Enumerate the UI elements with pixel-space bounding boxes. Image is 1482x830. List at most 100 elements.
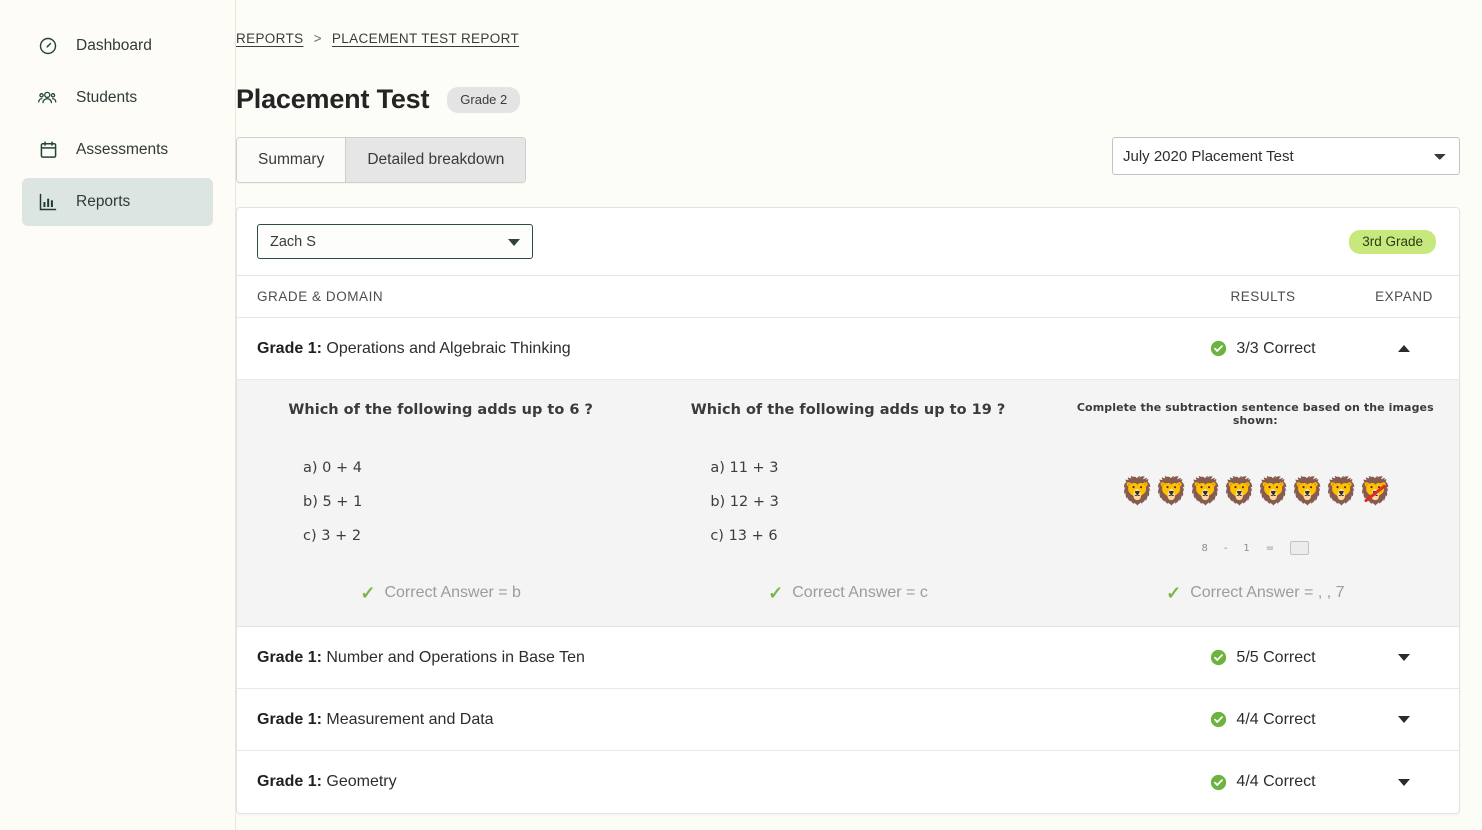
question-option: a) 11 + 3 xyxy=(710,460,1033,476)
tabs-and-select-row: Summary Detailed breakdown July 2020 Pla… xyxy=(236,137,1460,183)
table-row[interactable]: Grade 1: Number and Operations in Base T… xyxy=(237,627,1459,689)
breadcrumb-reports-link[interactable]: REPORTS xyxy=(236,31,303,46)
check-circle-icon xyxy=(1210,711,1227,728)
main-content: REPORTS > PLACEMENT TEST REPORT Placemen… xyxy=(236,0,1482,830)
people-icon xyxy=(38,88,58,108)
chevron-down-icon[interactable] xyxy=(1398,716,1410,723)
chevron-down-icon[interactable] xyxy=(1398,779,1410,786)
domain-grade: Grade 1: xyxy=(257,711,322,728)
tab-summary[interactable]: Summary xyxy=(237,138,345,182)
domain-name: Geometry xyxy=(326,773,396,790)
sidebar-item-dashboard[interactable]: Dashboard xyxy=(22,22,213,70)
lion-face-icon: 🦁 xyxy=(1223,478,1254,505)
question-option: a) 0 + 4 xyxy=(303,460,626,476)
results-cell: 5/5 Correct xyxy=(1177,649,1349,667)
test-select[interactable]: July 2020 Placement Test xyxy=(1112,137,1460,175)
equation-answer-blank[interactable] xyxy=(1290,541,1309,555)
sidebar-item-assessments[interactable]: Assessments xyxy=(22,126,213,174)
expand-cell[interactable] xyxy=(1349,345,1459,352)
question-option: b) 12 + 3 xyxy=(710,494,1033,510)
correct-answer-row: ✓ Correct Answer = b xyxy=(255,562,626,602)
check-circle-icon xyxy=(1210,340,1227,357)
column-header-domain: GRADE & DOMAIN xyxy=(237,289,1177,304)
sidebar-item-label: Assessments xyxy=(76,141,168,159)
question-detail-panel: Which of the following adds up to 6 ? a)… xyxy=(237,380,1459,627)
subtraction-equation: 8 - 1 = xyxy=(1070,541,1441,555)
tab-detailed-breakdown[interactable]: Detailed breakdown xyxy=(345,138,525,182)
sidebar-item-label: Students xyxy=(76,89,137,107)
results-text: 3/3 Correct xyxy=(1236,340,1315,358)
app-root: Dashboard Students Assessments xyxy=(0,0,1482,830)
check-icon: ✓ xyxy=(1166,584,1181,602)
check-icon: ✓ xyxy=(360,584,375,602)
domain-label: Grade 1: Geometry xyxy=(237,773,1177,791)
speedometer-icon xyxy=(38,36,58,56)
question-prompt: Which of the following adds up to 6 ? xyxy=(255,402,626,436)
correct-answer-row: ✓ Correct Answer = , , 7 xyxy=(1070,562,1441,602)
column-header-results: RESULTS xyxy=(1177,289,1349,304)
equation-equals-sign: = xyxy=(1266,543,1274,554)
equation-operator: - xyxy=(1224,543,1228,554)
lion-face-icon: 🦁 xyxy=(1155,478,1186,505)
question-prompt: Which of the following adds up to 19 ? xyxy=(662,402,1033,436)
student-select[interactable]: Zach S xyxy=(257,224,533,259)
domain-name: Measurement and Data xyxy=(326,711,493,728)
view-tabs: Summary Detailed breakdown xyxy=(236,137,526,183)
sidebar-item-reports[interactable]: Reports xyxy=(22,178,213,226)
lion-face-icon: 🦁 xyxy=(1189,478,1220,505)
lion-face-icon: 🦁 xyxy=(1257,478,1288,505)
grade-chip: Grade 2 xyxy=(447,87,520,113)
sidebar-item-students[interactable]: Students xyxy=(22,74,213,122)
results-cell: 3/3 Correct xyxy=(1177,340,1349,358)
domain-grade: Grade 1: xyxy=(257,649,322,666)
domain-grade: Grade 1: xyxy=(257,773,322,790)
sidebar-item-label: Dashboard xyxy=(76,37,152,55)
domain-name: Number and Operations in Base Ten xyxy=(326,649,585,666)
card-top-bar: Zach S 3rd Grade xyxy=(237,208,1459,275)
question-options: a) 0 + 4 b) 5 + 1 c) 3 + 2 xyxy=(255,460,626,562)
equation-left-operand: 8 xyxy=(1201,543,1207,554)
question-options: a) 11 + 3 b) 12 + 3 c) 13 + 6 xyxy=(662,460,1033,562)
sidebar: Dashboard Students Assessments xyxy=(0,0,236,830)
domain-name: Operations and Algebraic Thinking xyxy=(326,340,570,357)
table-row[interactable]: Grade 1: Operations and Algebraic Thinki… xyxy=(237,318,1459,380)
check-circle-icon xyxy=(1210,774,1227,791)
title-row: Placement Test Grade 2 xyxy=(236,84,1460,115)
results-cell: 4/4 Correct xyxy=(1177,711,1349,729)
expand-cell[interactable] xyxy=(1349,716,1459,723)
chevron-up-icon[interactable] xyxy=(1398,345,1410,352)
results-text: 4/4 Correct xyxy=(1236,711,1315,729)
question-option: b) 5 + 1 xyxy=(303,494,626,510)
results-cell: 4/4 Correct xyxy=(1177,773,1349,791)
sidebar-item-label: Reports xyxy=(76,193,130,211)
expand-cell[interactable] xyxy=(1349,654,1459,661)
check-circle-icon xyxy=(1210,649,1227,666)
question-option: c) 13 + 6 xyxy=(710,528,1033,544)
lion-face-icon: 🦁 xyxy=(1291,478,1322,505)
emoji-illustration: 🦁 🦁 🦁 🦁 🦁 🦁 🦁 🦁 xyxy=(1070,478,1441,505)
results-text: 4/4 Correct xyxy=(1236,773,1315,791)
breadcrumb: REPORTS > PLACEMENT TEST REPORT xyxy=(236,0,1460,46)
check-icon: ✓ xyxy=(768,584,783,602)
report-card: Zach S 3rd Grade GRADE & DOMAIN RESULTS … xyxy=(236,207,1460,814)
question-column: Complete the subtraction sentence based … xyxy=(1052,402,1459,602)
domain-label: Grade 1: Operations and Algebraic Thinki… xyxy=(237,340,1177,358)
page-title: Placement Test xyxy=(236,84,429,115)
table-row[interactable]: Grade 1: Measurement and Data 4/4 Correc… xyxy=(237,689,1459,751)
column-header-expand: EXPAND xyxy=(1349,289,1459,304)
domain-label: Grade 1: Number and Operations in Base T… xyxy=(237,649,1177,667)
correct-answer-text: Correct Answer = c xyxy=(792,584,928,602)
results-text: 5/5 Correct xyxy=(1236,649,1315,667)
expand-cell[interactable] xyxy=(1349,779,1459,786)
breadcrumb-current[interactable]: PLACEMENT TEST REPORT xyxy=(332,31,519,46)
correct-answer-row: ✓ Correct Answer = c xyxy=(662,562,1033,602)
table-row[interactable]: Grade 1: Geometry 4/4 Correct xyxy=(237,751,1459,813)
student-select-wrap: Zach S xyxy=(257,224,533,259)
bar-chart-icon xyxy=(38,192,58,212)
chevron-down-icon[interactable] xyxy=(1398,654,1410,661)
domain-grade: Grade 1: xyxy=(257,340,322,357)
correct-answer-text: Correct Answer = b xyxy=(384,584,521,602)
question-prompt: Complete the subtraction sentence based … xyxy=(1070,402,1441,436)
breadcrumb-separator: > xyxy=(314,31,322,46)
question-column: Which of the following adds up to 19 ? a… xyxy=(644,402,1051,602)
